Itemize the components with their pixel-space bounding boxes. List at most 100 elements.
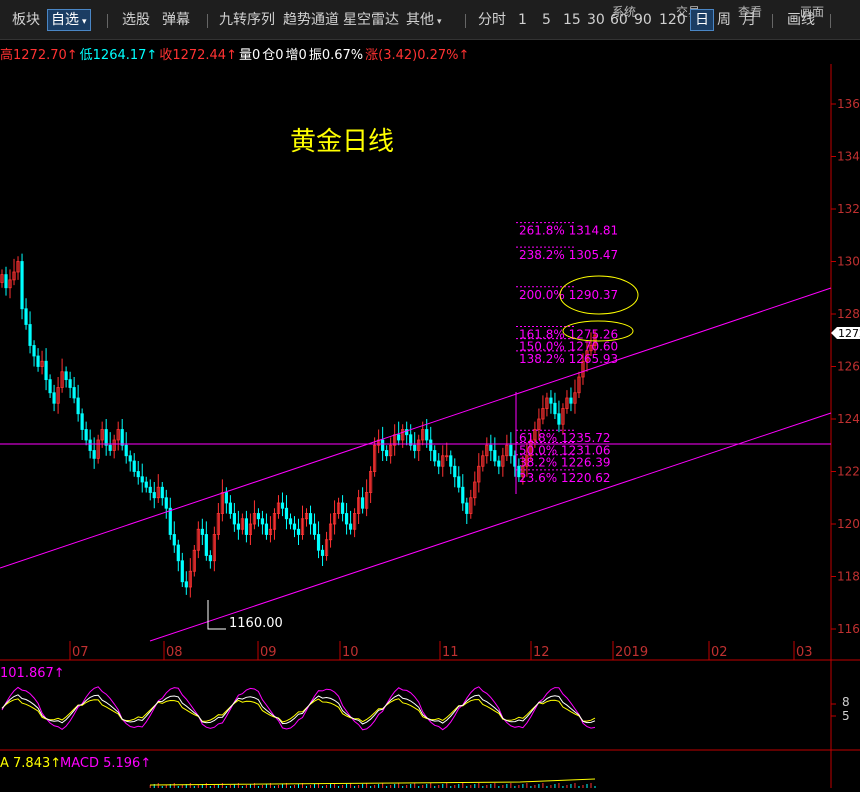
candle-body bbox=[397, 434, 401, 441]
tab-nine-turn[interactable]: 九转序列 bbox=[219, 0, 275, 40]
x-tick-label: 10 bbox=[342, 645, 359, 660]
chart-area[interactable]: 黄金日线 116 118 120 122 124 126 128 130 132 134 136 0… bbox=[0, 64, 860, 788]
period-weekly[interactable]: 周 bbox=[717, 0, 731, 40]
candle-body bbox=[296, 528, 301, 535]
macd-label-a: A 7.843↑ bbox=[0, 756, 61, 771]
candle-body bbox=[264, 523, 269, 535]
tab-star-radar[interactable]: 星空雷达 bbox=[343, 0, 399, 40]
candle-body bbox=[461, 486, 465, 504]
kdj-j-line bbox=[1, 686, 596, 731]
candle-body bbox=[176, 544, 180, 562]
candle-body bbox=[292, 523, 297, 530]
period-30m[interactable]: 30 bbox=[587, 0, 605, 40]
candle-body bbox=[457, 476, 461, 488]
candle-body bbox=[453, 465, 457, 478]
candle-body bbox=[348, 523, 353, 530]
candle-body bbox=[256, 513, 261, 520]
candle-body bbox=[344, 513, 349, 525]
candle-body bbox=[284, 507, 289, 520]
tab-trend-channel[interactable]: 趋势通道 bbox=[283, 0, 339, 40]
separator bbox=[772, 14, 773, 28]
candle-body bbox=[140, 476, 144, 483]
candle-body bbox=[32, 345, 36, 357]
candle-body bbox=[144, 481, 148, 488]
candle-body bbox=[160, 486, 164, 499]
candle-body bbox=[493, 450, 497, 462]
y-tick-label: 118 bbox=[837, 570, 860, 584]
candle-body bbox=[24, 308, 28, 325]
price-axis: 116 118 120 122 124 126 128 130 132 134 136 bbox=[831, 97, 860, 636]
kline-chart[interactable]: 黄金日线 116118120122124126128130132134136 0… bbox=[0, 64, 860, 788]
y-tick-label: 134 bbox=[837, 150, 860, 164]
period-60m[interactable]: 60 bbox=[610, 0, 628, 40]
candle-body bbox=[36, 355, 40, 367]
candle-body bbox=[104, 429, 108, 446]
candle-body bbox=[20, 261, 24, 310]
candle-body bbox=[204, 534, 208, 556]
candle-body bbox=[28, 324, 32, 346]
candle-body bbox=[80, 413, 84, 430]
candle-body bbox=[148, 486, 152, 493]
channel-upper-line bbox=[0, 287, 832, 569]
candle-body bbox=[340, 502, 345, 514]
quote-change: 涨(3.42)0.27%↑ bbox=[365, 48, 470, 63]
tab-stock-picker[interactable]: 选股 bbox=[122, 0, 150, 40]
x-tick-label: 08 bbox=[166, 645, 183, 660]
kdj-label: 101.867↑ bbox=[0, 666, 65, 681]
tab-other[interactable]: 其他 ▾ bbox=[406, 0, 442, 40]
tab-watchlist[interactable]: 自选 ▾ bbox=[47, 9, 91, 31]
y-tick-label: 136 bbox=[837, 97, 860, 111]
x-tick-label: 02 bbox=[711, 645, 728, 660]
candle-body bbox=[320, 549, 325, 556]
candle-body bbox=[136, 471, 140, 478]
quote-open-interest: 仓0 bbox=[262, 48, 284, 63]
separator bbox=[830, 14, 831, 28]
quote-high: 高1272.70↑ bbox=[0, 48, 78, 63]
quote-low: 低1264.17↑ bbox=[79, 48, 158, 63]
candle-body bbox=[553, 402, 557, 415]
period-15m[interactable]: 15 bbox=[563, 0, 581, 40]
quote-volume: 量0 bbox=[238, 48, 261, 63]
candle-body bbox=[72, 387, 76, 399]
candle-body bbox=[184, 581, 188, 588]
period-daily[interactable]: 日 bbox=[690, 9, 714, 31]
period-1m[interactable]: 1 bbox=[518, 0, 527, 40]
candle-body bbox=[489, 444, 493, 451]
candle-body bbox=[465, 502, 469, 514]
period-5m[interactable]: 5 bbox=[542, 0, 551, 40]
y-tick-label: 126 bbox=[837, 360, 860, 374]
quote-close: 收1272.44↑ bbox=[159, 48, 237, 63]
fib-label: 38.2% 1226.39 bbox=[519, 456, 611, 470]
candle-body bbox=[361, 497, 365, 509]
candle-body bbox=[124, 444, 128, 457]
period-intraday[interactable]: 分时 bbox=[478, 0, 506, 40]
y-tick-label: 128 bbox=[837, 307, 860, 321]
candle-body bbox=[152, 492, 156, 499]
separator bbox=[107, 14, 108, 28]
candles bbox=[0, 253, 597, 598]
tab-sector[interactable]: 板块 bbox=[12, 0, 40, 40]
candle-body bbox=[48, 379, 52, 394]
draw-line-button[interactable]: 画线 bbox=[787, 0, 815, 40]
x-tick-label: 09 bbox=[260, 645, 277, 660]
time-axis: 07 08 09 10 11 12 2019 02 03 bbox=[69, 641, 813, 660]
candle-body bbox=[4, 274, 8, 289]
quote-amplitude: 振0.67% bbox=[308, 48, 364, 63]
kdj-pane bbox=[1, 686, 836, 731]
candle-body bbox=[557, 413, 561, 425]
period-120m[interactable]: 120 bbox=[659, 0, 686, 40]
candle-body bbox=[172, 534, 176, 546]
period-90m[interactable]: 90 bbox=[634, 0, 652, 40]
candle-body bbox=[569, 397, 573, 404]
candle-body bbox=[120, 429, 124, 446]
quote-bar: 高1272.70↑ 低1264.17↑ 收1272.44↑ 量0 仓0 增0 振0.67% 涨… bbox=[0, 44, 471, 64]
candle-body bbox=[228, 502, 232, 514]
candle-body bbox=[200, 528, 204, 535]
candle-body bbox=[497, 460, 501, 467]
candle-body bbox=[224, 492, 228, 504]
candle-body bbox=[92, 450, 96, 459]
tab-watchlist-label: 自选 bbox=[51, 12, 79, 28]
period-monthly[interactable]: 月 bbox=[742, 0, 756, 40]
candle-body bbox=[260, 518, 265, 525]
tab-barrage[interactable]: 弹幕 bbox=[162, 0, 190, 40]
